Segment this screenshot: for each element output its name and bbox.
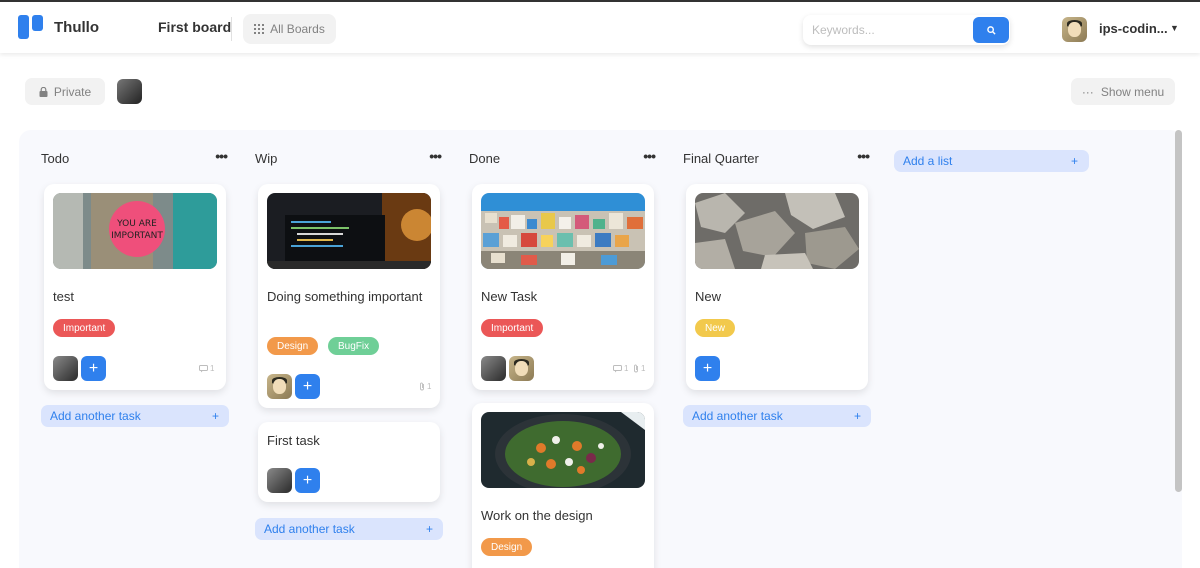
- app-logo-icon[interactable]: [18, 15, 44, 41]
- attachment-count: 1: [419, 382, 431, 391]
- card-title: First task: [267, 433, 320, 448]
- svg-text:YOU ARE: YOU ARE: [116, 219, 157, 229]
- attachment-count: 1: [633, 364, 645, 373]
- card-member-avatar: [267, 374, 292, 399]
- add-list-button[interactable]: Add a list +: [894, 150, 1089, 172]
- card-cover-image: [481, 412, 645, 488]
- list-title: Todo: [41, 151, 70, 166]
- comment-icon: [613, 364, 622, 372]
- card-cover-image: [267, 193, 431, 269]
- board-canvas: Todo ••• YOU ARE IMPORTANT test Importan…: [19, 130, 1182, 568]
- list-title: Done: [469, 151, 501, 166]
- task-card[interactable]: Work on the design Design: [472, 403, 654, 568]
- user-avatar[interactable]: [1062, 17, 1087, 42]
- all-boards-label: All Boards: [270, 22, 325, 36]
- search-icon: [986, 25, 996, 35]
- card-label: Important: [481, 319, 544, 337]
- list-options-icon[interactable]: •••: [857, 148, 870, 164]
- card-cover-image: [481, 193, 645, 269]
- top-bar: Thullo First board All Boards ips-codin.…: [0, 0, 1200, 53]
- card-label: Important: [53, 319, 116, 337]
- card-title: New Task: [481, 289, 538, 304]
- chevron-down-icon[interactable]: ▼: [1170, 23, 1179, 33]
- comment-count-value: 1: [624, 364, 629, 373]
- list-title: Wip: [255, 151, 278, 166]
- attachment-count-value: 1: [641, 364, 646, 373]
- comment-count: 1: [199, 364, 214, 373]
- board-title: First board: [158, 19, 232, 35]
- card-member-avatar: [509, 356, 534, 381]
- list-options-icon[interactable]: •••: [215, 148, 228, 164]
- plus-icon: +: [425, 522, 433, 536]
- add-task-label: Add another task: [692, 409, 783, 423]
- card-title: New: [695, 289, 722, 304]
- divider: [231, 17, 232, 41]
- comment-count: 1: [613, 364, 628, 373]
- board-member-avatar[interactable]: [117, 79, 142, 104]
- card-title: test: [53, 289, 74, 304]
- search-box: [803, 15, 1010, 45]
- app-name: Thullo: [54, 19, 99, 36]
- svg-text:IMPORTANT: IMPORTANT: [111, 231, 163, 241]
- vertical-scrollbar[interactable]: [1175, 130, 1182, 492]
- plus-icon: +: [853, 409, 861, 423]
- more-icon: ···: [1081, 84, 1094, 99]
- grid-icon: [254, 24, 265, 34]
- add-task-label: Add another task: [50, 409, 141, 423]
- card-cover-image: YOU ARE IMPORTANT: [53, 193, 217, 269]
- search-input[interactable]: [812, 21, 967, 39]
- paperclip-icon: [634, 364, 638, 373]
- add-list-label: Add a list: [903, 154, 953, 168]
- add-task-label: Add another task: [264, 522, 355, 536]
- search-button[interactable]: [973, 17, 1009, 43]
- card-title: Work on the design: [481, 508, 593, 523]
- visibility-label: Private: [53, 84, 92, 99]
- card-title: Doing something important: [267, 289, 423, 304]
- list-title: Final Quarter: [683, 151, 759, 166]
- comment-icon: [199, 364, 208, 372]
- visibility-button[interactable]: Private: [25, 78, 105, 105]
- card-label: BugFix: [328, 337, 380, 355]
- lock-icon: [39, 86, 48, 97]
- show-menu-button[interactable]: ··· Show menu: [1071, 78, 1175, 105]
- card-cover-image: [695, 193, 859, 269]
- task-card[interactable]: YOU ARE IMPORTANT test Important + 1: [44, 184, 226, 390]
- task-card[interactable]: New New +: [686, 184, 868, 390]
- comment-count-value: 1: [210, 364, 215, 373]
- task-card[interactable]: Doing something important Design BugFix …: [258, 184, 440, 408]
- plus-icon: +: [211, 409, 219, 423]
- add-member-button[interactable]: +: [295, 374, 320, 399]
- add-task-button[interactable]: Add another task +: [255, 518, 443, 540]
- add-member-button[interactable]: +: [295, 468, 320, 493]
- card-label: Design: [481, 538, 533, 556]
- card-member-avatar: [481, 356, 506, 381]
- task-card[interactable]: New Task Important 1 1: [472, 184, 654, 390]
- card-member-avatar: [53, 356, 78, 381]
- add-member-button[interactable]: +: [81, 356, 106, 381]
- attachment-count-value: 1: [427, 382, 432, 391]
- list-options-icon[interactable]: •••: [429, 148, 442, 164]
- card-label: New: [695, 319, 736, 337]
- add-task-button[interactable]: Add another task +: [41, 405, 229, 427]
- show-menu-label: Show menu: [1100, 84, 1165, 99]
- task-card[interactable]: First task +: [258, 422, 440, 502]
- plus-icon: +: [1070, 154, 1078, 168]
- all-boards-button[interactable]: All Boards: [243, 14, 336, 44]
- card-member-avatar: [267, 468, 292, 493]
- card-label: Design: [267, 337, 319, 355]
- user-name[interactable]: ips-codin...: [1099, 21, 1168, 36]
- paperclip-icon: [420, 382, 424, 391]
- list-options-icon[interactable]: •••: [643, 148, 656, 164]
- add-task-button[interactable]: Add another task +: [683, 405, 871, 427]
- add-member-button[interactable]: +: [695, 356, 720, 381]
